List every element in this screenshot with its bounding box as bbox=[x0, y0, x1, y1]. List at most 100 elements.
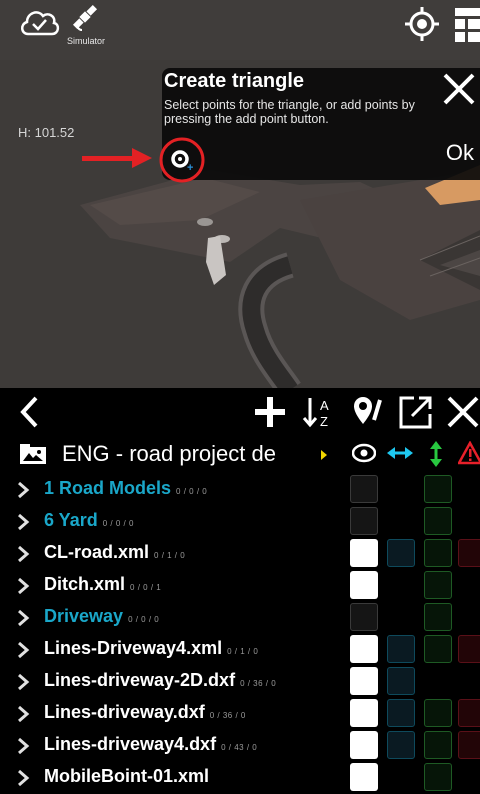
warning-icon[interactable] bbox=[458, 441, 480, 465]
visibility-checkbox[interactable] bbox=[350, 571, 378, 599]
item-name: 1 Road Models bbox=[44, 478, 172, 498]
item-name: MobileBoint-01.xml bbox=[44, 766, 210, 786]
arrow-pointer-icon bbox=[82, 148, 152, 168]
sort-az-icon[interactable]: A Z bbox=[302, 394, 338, 430]
panel-toolbar: A Z bbox=[10, 388, 480, 436]
list-item[interactable]: Lines-driveway-2D.dxf 0 / 36 / 0 bbox=[10, 666, 480, 698]
add-icon[interactable] bbox=[252, 394, 288, 430]
vertical-toggle[interactable] bbox=[424, 763, 452, 791]
map-pin-edit-icon[interactable] bbox=[350, 394, 386, 430]
vertical-toggle[interactable] bbox=[424, 603, 452, 631]
vertical-arrows-icon[interactable] bbox=[426, 441, 446, 467]
visibility-checkbox[interactable] bbox=[350, 699, 378, 727]
visibility-checkbox[interactable] bbox=[350, 667, 378, 695]
list-item[interactable]: 1 Road Models 0 / 0 / 0 bbox=[10, 474, 480, 506]
chevron-right-icon[interactable] bbox=[16, 737, 30, 755]
list-item[interactable]: 6 Yard 0 / 0 / 0 bbox=[10, 506, 480, 538]
list-item-label: Lines-driveway4.dxf 0 / 43 / 0 bbox=[44, 734, 257, 755]
list-item-label: Lines-driveway-2D.dxf 0 / 36 / 0 bbox=[44, 670, 276, 691]
vertical-toggle[interactable] bbox=[424, 475, 452, 503]
horizontal-toggle[interactable] bbox=[387, 699, 415, 727]
create-triangle-dialog: Create triangle Select points for the tr… bbox=[162, 68, 480, 180]
warning-toggle[interactable] bbox=[458, 635, 480, 663]
satellite-icon[interactable] bbox=[70, 2, 100, 32]
list-item[interactable]: Lines-driveway.dxf 0 / 36 / 0 bbox=[10, 698, 480, 730]
list-item-label: Ditch.xml 0 / 0 / 1 bbox=[44, 574, 161, 595]
item-name: 6 Yard bbox=[44, 510, 98, 530]
horizontal-toggle[interactable] bbox=[387, 635, 415, 663]
back-icon[interactable] bbox=[18, 394, 42, 430]
project-panel: A Z ENG - road project de 1 Road Models … bbox=[10, 388, 480, 791]
visibility-eye-icon[interactable] bbox=[352, 441, 376, 465]
svg-text:Z: Z bbox=[320, 414, 328, 429]
visibility-checkbox[interactable] bbox=[350, 539, 378, 567]
list-item[interactable]: CL-road.xml 0 / 1 / 0 bbox=[10, 538, 480, 570]
item-name: CL-road.xml bbox=[44, 542, 150, 562]
close-panel-icon[interactable] bbox=[446, 394, 480, 430]
gps-target-icon[interactable] bbox=[405, 7, 439, 41]
vertical-toggle[interactable] bbox=[424, 507, 452, 535]
ok-button[interactable]: Ok bbox=[446, 140, 474, 166]
item-name: Driveway bbox=[44, 606, 124, 626]
horizontal-toggle[interactable] bbox=[387, 667, 415, 695]
visibility-checkbox[interactable] bbox=[350, 507, 378, 535]
horizontal-arrows-icon[interactable] bbox=[387, 441, 413, 465]
item-name: Ditch.xml bbox=[44, 574, 126, 594]
list-item[interactable]: Lines-driveway4.dxf 0 / 43 / 0 bbox=[10, 730, 480, 762]
visibility-checkbox[interactable] bbox=[350, 731, 378, 759]
item-name: Lines-driveway4.dxf bbox=[44, 734, 217, 754]
vertical-toggle[interactable] bbox=[424, 731, 452, 759]
list-item[interactable]: Lines-Driveway4.xml 0 / 1 / 0 bbox=[10, 634, 480, 666]
chevron-right-icon[interactable] bbox=[16, 641, 30, 659]
item-count: 0 / 0 / 0 bbox=[176, 487, 208, 496]
item-name: Lines-driveway-2D.dxf bbox=[44, 670, 236, 690]
list-item[interactable]: Ditch.xml 0 / 0 / 1 bbox=[10, 570, 480, 602]
item-count: 0 / 36 / 0 bbox=[240, 679, 277, 688]
chevron-right-icon[interactable] bbox=[16, 513, 30, 531]
cloud-check-icon[interactable] bbox=[18, 4, 60, 40]
add-point-button[interactable]: + bbox=[159, 137, 205, 183]
warning-toggle[interactable] bbox=[458, 699, 480, 727]
item-count: 0 / 43 / 0 bbox=[221, 743, 258, 752]
terrain-scene bbox=[0, 0, 480, 388]
warning-toggle[interactable] bbox=[458, 731, 480, 759]
list-item-label: Lines-Driveway4.xml 0 / 1 / 0 bbox=[44, 638, 258, 659]
chevron-right-icon[interactable] bbox=[16, 609, 30, 627]
chevron-right-icon[interactable] bbox=[16, 545, 30, 563]
svg-text:+: + bbox=[187, 162, 193, 174]
layers-icon[interactable] bbox=[455, 8, 480, 42]
vertical-toggle[interactable] bbox=[424, 699, 452, 727]
item-count: 0 / 0 / 0 bbox=[128, 615, 160, 624]
map-3d-view[interactable]: Simulator H: 101.52 Create triangle Sele… bbox=[0, 0, 480, 388]
list-item-label: Lines-driveway.dxf 0 / 36 / 0 bbox=[44, 702, 246, 723]
visibility-checkbox[interactable] bbox=[350, 475, 378, 503]
simulator-label: Simulator bbox=[67, 36, 106, 46]
horizontal-toggle[interactable] bbox=[387, 731, 415, 759]
vertical-toggle[interactable] bbox=[424, 539, 452, 567]
item-count: 0 / 1 / 0 bbox=[154, 551, 186, 560]
item-name: Lines-Driveway4.xml bbox=[44, 638, 223, 658]
item-count: 0 / 0 / 1 bbox=[130, 583, 162, 592]
visibility-checkbox[interactable] bbox=[350, 603, 378, 631]
project-header[interactable]: ENG - road project de bbox=[10, 436, 480, 472]
chevron-right-icon[interactable] bbox=[16, 481, 30, 499]
item-name: Lines-driveway.dxf bbox=[44, 702, 205, 722]
chevron-right-icon[interactable] bbox=[16, 705, 30, 723]
visibility-checkbox[interactable] bbox=[350, 635, 378, 663]
list-item[interactable]: MobileBoint-01.xml bbox=[10, 762, 480, 794]
item-count: 0 / 0 / 0 bbox=[102, 519, 134, 528]
chevron-right-icon[interactable] bbox=[16, 769, 30, 787]
chevron-right-icon[interactable] bbox=[16, 673, 30, 691]
svg-text:A: A bbox=[320, 398, 329, 413]
close-icon[interactable] bbox=[442, 72, 476, 106]
warning-toggle[interactable] bbox=[458, 539, 480, 567]
list-item-label: 6 Yard 0 / 0 / 0 bbox=[44, 510, 134, 531]
list-item[interactable]: Driveway 0 / 0 / 0 bbox=[10, 602, 480, 634]
visibility-checkbox[interactable] bbox=[350, 763, 378, 791]
horizontal-toggle[interactable] bbox=[387, 539, 415, 567]
list-item-label: 1 Road Models 0 / 0 / 0 bbox=[44, 478, 207, 499]
vertical-toggle[interactable] bbox=[424, 635, 452, 663]
chevron-right-icon[interactable] bbox=[16, 577, 30, 595]
export-icon[interactable] bbox=[398, 394, 434, 430]
vertical-toggle[interactable] bbox=[424, 571, 452, 599]
